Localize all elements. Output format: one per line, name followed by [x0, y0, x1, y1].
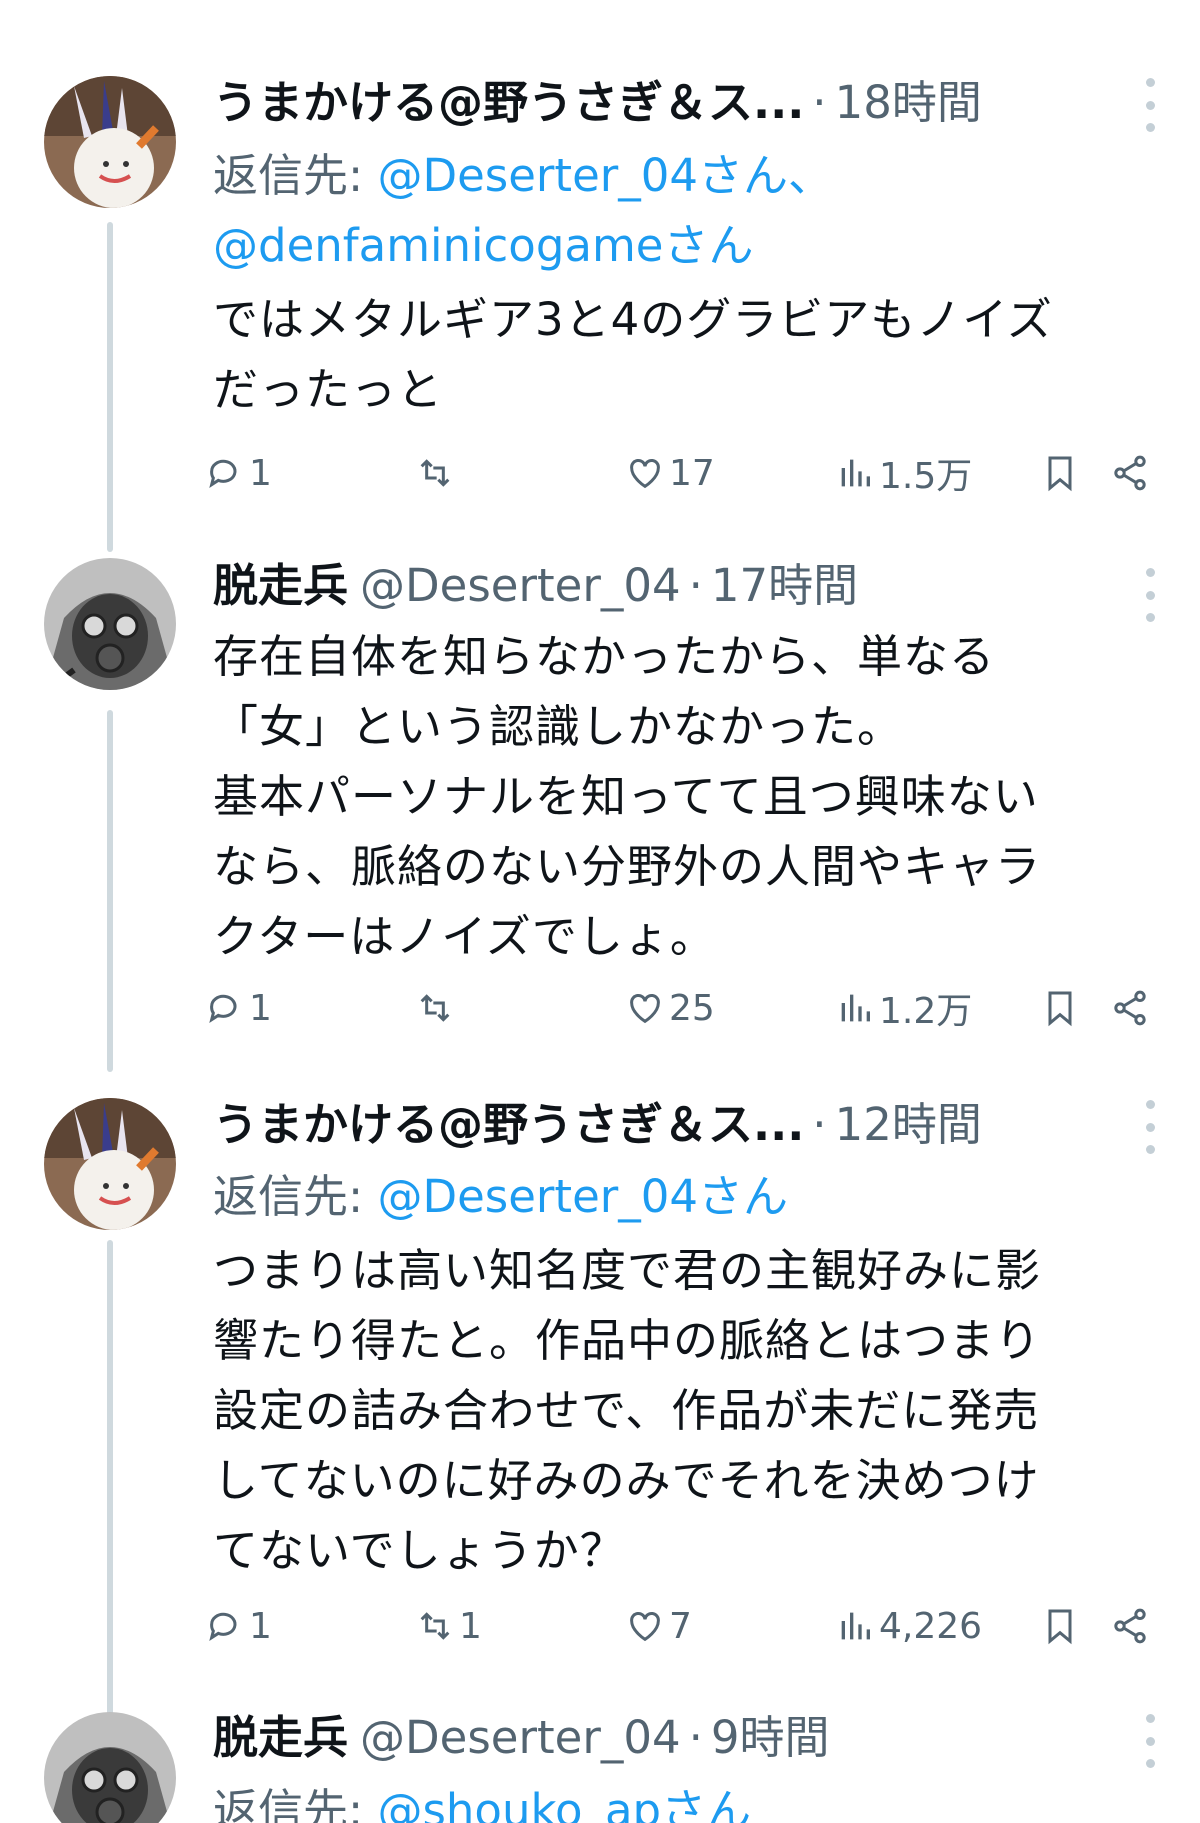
views-button[interactable]: 1.5万 [835, 445, 972, 501]
like-button[interactable]: 25 [625, 980, 715, 1036]
separator-dot: · [688, 1711, 703, 1764]
like-icon [630, 994, 660, 1024]
share-button[interactable] [1110, 1598, 1150, 1654]
action-bar: 1 17 1.5万 [205, 445, 1165, 501]
rabbit-avatar-image [44, 1098, 176, 1230]
reply-button[interactable]: 1 [205, 1598, 272, 1654]
reply-to: 返信先: @Deserter_04さん、 @denfaminicogameさん [213, 141, 1140, 281]
more-icon[interactable] [1140, 78, 1160, 132]
tweet-text: 存在自体を知らなかったから、単なる 「女」という認識しかなかった。 基本パーソナ… [213, 630, 1042, 963]
timestamp[interactable]: 18時間 [835, 71, 982, 135]
reply-to-prefix: 返信先: [213, 1784, 378, 1823]
views-icon [841, 994, 870, 1022]
avatar[interactable] [44, 76, 176, 208]
tweet-header: 脱走兵 @Deserter_04 · 17時間 [213, 554, 1120, 618]
reply-count: 1 [249, 987, 272, 1029]
reply-to: 返信先: @shouko_apさん [213, 1776, 1140, 1823]
like-icon [630, 1612, 660, 1642]
retweet-button[interactable]: 1 [415, 1598, 482, 1654]
reply-button[interactable]: 1 [205, 980, 272, 1036]
bookmark-button[interactable] [1040, 1598, 1080, 1654]
separator-dot: · [688, 559, 703, 612]
views-icon [841, 459, 870, 487]
action-bar: 1 25 1.2万 [205, 980, 1165, 1036]
like-count: 17 [669, 452, 715, 494]
view-count: 1.2万 [879, 991, 973, 1032]
share-icon [1114, 1608, 1146, 1644]
display-name[interactable]: 脱走兵 [213, 554, 348, 618]
user-handle[interactable]: @Deserter_04 [360, 1706, 681, 1770]
separator-dot: · [812, 76, 827, 129]
share-button[interactable] [1110, 980, 1150, 1036]
share-button[interactable] [1110, 445, 1150, 501]
action-bar: 1 1 7 4,226 [205, 1598, 1165, 1654]
views-icon [841, 1612, 870, 1640]
retweet-icon [420, 459, 450, 487]
bookmark-button[interactable] [1040, 980, 1080, 1036]
retweet-icon [420, 1612, 450, 1640]
more-icon[interactable] [1140, 568, 1160, 622]
more-icon[interactable] [1140, 1714, 1160, 1768]
retweet-count: 1 [459, 1605, 482, 1647]
display-name[interactable]: 脱走兵 [213, 1706, 348, 1770]
reply-to-prefix: 返信先: [213, 149, 378, 202]
more-icon[interactable] [1140, 1100, 1160, 1154]
tweet-header: 脱走兵 @Deserter_04 · 9時間 [213, 1706, 1120, 1770]
tweet[interactable]: 脱走兵 @Deserter_04 · 9時間 返信先: @shouko_apさん [0, 1700, 1200, 1823]
avatar[interactable] [44, 1098, 176, 1230]
bookmark-icon [1048, 456, 1072, 492]
views-button[interactable]: 4,226 [835, 1598, 982, 1654]
display-name[interactable]: うまかける@野うさぎ＆ス... [213, 71, 804, 135]
gasmask-avatar-image [44, 1712, 176, 1823]
gasmask-avatar-image [44, 558, 176, 690]
view-count: 1.5万 [879, 456, 973, 497]
avatar[interactable] [44, 1712, 176, 1823]
mention-link[interactable]: @shouko_apさん [377, 1784, 751, 1823]
timestamp[interactable]: 12時間 [835, 1093, 982, 1157]
user-handle[interactable]: @Deserter_04 [360, 554, 681, 618]
reply-count: 1 [249, 452, 272, 494]
like-button[interactable]: 17 [625, 445, 715, 501]
timestamp[interactable]: 17時間 [711, 554, 858, 618]
reply-count: 1 [249, 1605, 272, 1647]
like-count: 7 [669, 1605, 692, 1647]
tweet-text: ではメタルギア3と4のグラビアもノイズ だったっと [213, 293, 1053, 416]
reply-icon [209, 1612, 237, 1642]
view-count: 4,226 [879, 1605, 983, 1647]
reply-icon [209, 994, 237, 1024]
tweet-text: つまりは高い知名度で君の主観好みに影 響たり得たと。作品中の脈絡とはつまり 設定… [213, 1244, 1042, 1577]
tweet[interactable]: うまかける@野うさぎ＆ス... · 18時間 返信先: @Deserter_04… [0, 0, 1200, 540]
like-count: 25 [669, 987, 715, 1029]
avatar[interactable] [44, 558, 176, 690]
mention-link[interactable]: @Deserter_04さん [377, 1170, 788, 1223]
tweet[interactable]: 脱走兵 @Deserter_04 · 17時間 存在自体を知らなかったから、単な… [0, 540, 1200, 1080]
reply-button[interactable]: 1 [205, 445, 272, 501]
mention-link[interactable]: @Deserter_04さん、 [377, 149, 833, 202]
retweet-button[interactable] [415, 445, 459, 501]
mention-link[interactable]: @denfaminicogameさん [213, 219, 753, 272]
bookmark-icon [1048, 1609, 1072, 1645]
bookmark-icon [1048, 991, 1072, 1027]
reply-to-prefix: 返信先: [213, 1170, 378, 1223]
timestamp[interactable]: 9時間 [711, 1706, 830, 1770]
tweet-header: うまかける@野うさぎ＆ス... · 12時間 [213, 1093, 1120, 1157]
views-button[interactable]: 1.2万 [835, 980, 972, 1036]
share-icon [1114, 455, 1146, 491]
like-icon [630, 459, 660, 489]
display-name[interactable]: うまかける@野うさぎ＆ス... [213, 1093, 804, 1157]
retweet-button[interactable] [415, 980, 459, 1036]
reply-icon [209, 459, 237, 489]
retweet-icon [420, 994, 450, 1022]
tweet[interactable]: うまかける@野うさぎ＆ス... · 12時間 返信先: @Deserter_04… [0, 1080, 1200, 1700]
reply-to: 返信先: @Deserter_04さん [213, 1162, 1140, 1232]
rabbit-avatar-image [44, 76, 176, 208]
like-button[interactable]: 7 [625, 1598, 692, 1654]
share-icon [1114, 990, 1146, 1026]
tweet-header: うまかける@野うさぎ＆ス... · 18時間 [213, 71, 1120, 135]
separator-dot: · [812, 1098, 827, 1151]
bookmark-button[interactable] [1040, 445, 1080, 501]
